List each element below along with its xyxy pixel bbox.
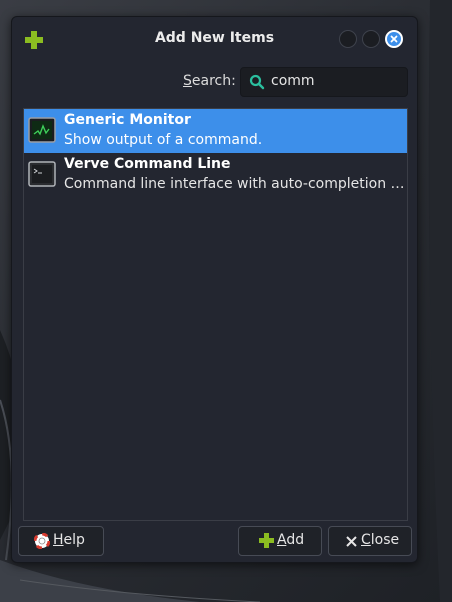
list-item-verve-command-line[interactable]: Verve Command Line Command line interfac… [24,153,407,197]
search-value: comm [271,73,315,89]
item-description: Show output of a command. [64,132,263,148]
add-rest: dd [286,532,305,548]
search-label-rest: earch: [191,73,236,89]
close-button-label: Close [361,532,399,548]
close-icon[interactable] [385,30,403,48]
close-x-icon [346,535,357,551]
item-name: Verve Command Line [64,156,231,172]
add-plus-icon [259,533,274,552]
search-label-mnemonic: S [183,73,192,89]
search-label: Search: [183,73,236,89]
monitor-icon [28,117,56,143]
help-rest: elp [63,532,85,548]
terminal-icon [28,161,56,187]
window-max-icon[interactable] [362,30,380,48]
titlebar: Add New Items [12,17,417,61]
close-rest: lose [370,532,400,548]
help-icon [33,532,51,553]
search-input[interactable]: comm [240,67,408,97]
items-list[interactable]: Generic Monitor Show output of a command… [23,108,408,521]
close-button[interactable]: Close [328,526,412,556]
item-description: Command line interface with auto-complet… [64,176,406,192]
close-mnemonic: C [361,532,371,548]
add-button-label: Add [277,532,304,548]
help-button[interactable]: Help [18,526,104,556]
item-name: Generic Monitor [64,112,191,128]
help-mnemonic: H [53,532,64,548]
add-mnemonic: A [277,532,287,548]
add-button[interactable]: Add [238,526,322,556]
search-icon [249,74,265,94]
help-button-label: Help [53,532,85,548]
window-min-icon[interactable] [339,30,357,48]
add-new-items-dialog: Add New Items Search: comm Generic Monit… [11,16,418,563]
list-item-generic-monitor[interactable]: Generic Monitor Show output of a command… [24,109,407,153]
